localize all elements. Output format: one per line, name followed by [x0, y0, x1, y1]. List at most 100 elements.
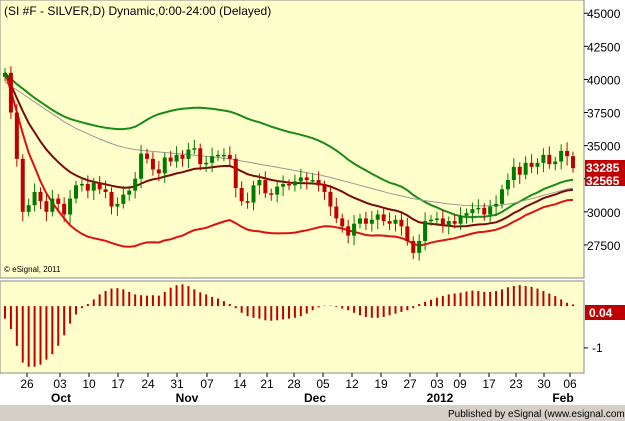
candle-body: [369, 219, 374, 224]
candle-body: [221, 154, 226, 157]
x-day-label: 10: [82, 377, 96, 391]
candle-body: [44, 201, 49, 212]
candle-body: [38, 191, 43, 202]
candle-body: [334, 206, 339, 219]
candle-body: [145, 153, 149, 159]
x-day-label: 12: [345, 377, 359, 391]
price-tick-label: 40000: [587, 73, 621, 87]
candle-body: [109, 191, 114, 207]
candle-body: [488, 206, 493, 215]
candle-body: [298, 177, 303, 182]
candle-body: [127, 190, 132, 195]
x-day-label: 07: [200, 377, 214, 391]
candle-body: [304, 177, 309, 181]
x-day-label: 27: [403, 377, 417, 391]
candle-body: [91, 182, 96, 191]
candle-body: [565, 150, 570, 157]
candle-body: [245, 201, 250, 203]
x-month-label: 2012: [427, 391, 454, 405]
x-day-label: 09: [453, 377, 467, 391]
candle-body: [387, 221, 392, 224]
candle-body: [346, 226, 351, 236]
candle-body: [20, 158, 25, 212]
x-day-label: 06: [563, 377, 577, 391]
candle-body: [470, 209, 475, 214]
footer-text: Published by eSignal (www.esignal.com): [448, 409, 625, 420]
candle-body: [464, 213, 469, 216]
x-day-label: 19: [374, 377, 388, 391]
candle-body: [263, 180, 268, 194]
candle-body: [74, 185, 78, 199]
candle-body: [541, 154, 546, 163]
candle-body: [452, 221, 457, 224]
last-price-label: 33285: [586, 161, 620, 175]
candle-body: [476, 207, 481, 210]
candle-body: [547, 154, 552, 165]
watermark: © eSignal, 2011: [4, 265, 61, 274]
x-day-label: 30: [537, 377, 551, 391]
candle-body: [405, 226, 410, 241]
candle-body: [517, 166, 522, 175]
price-axis: 4500042500400003750035000325003000027500: [584, 7, 621, 253]
candle-body: [482, 207, 487, 215]
candle-body: [168, 157, 173, 162]
candle-body: [511, 166, 516, 181]
candle-body: [505, 180, 510, 190]
candle-body: [121, 194, 126, 204]
candle-body: [150, 158, 155, 170]
candle-body: [239, 187, 244, 202]
candle-body: [399, 219, 404, 227]
x-day-label: 21: [260, 377, 274, 391]
candle-body: [204, 162, 209, 165]
x-day-label: 26: [20, 377, 34, 391]
x-day-label: 17: [111, 377, 125, 391]
x-axis: 26 03 10 17 24 31 07 14 21 28 05 12 19 27 03 09 17 23 30 06…: [20, 373, 577, 405]
candle-body: [216, 154, 220, 157]
silver-chart: (SI #F - SILVER,D) Dynamic,0:00-24:00 (D…: [0, 0, 625, 421]
chart-title: (SI #F - SILVER,D) Dynamic,0:00-24:00 (D…: [4, 4, 271, 18]
candle-body: [340, 218, 345, 227]
candle-body: [133, 178, 138, 191]
second-price-label: 32565: [586, 174, 620, 188]
candle-body: [500, 189, 504, 204]
candle-body: [180, 154, 185, 159]
candle-body: [316, 180, 321, 186]
x-day-label: 28: [287, 377, 301, 391]
candle-body: [8, 72, 13, 113]
x-month-label: Nov: [176, 391, 199, 405]
candle-body: [139, 153, 144, 179]
candle-body: [328, 191, 333, 207]
candle-body: [322, 185, 327, 192]
candle-body: [411, 240, 416, 253]
candle-body: [257, 180, 262, 186]
x-day-label: 03: [53, 377, 67, 391]
x-day-label: 17: [482, 377, 496, 391]
x-day-label: 23: [509, 377, 523, 391]
candle-body: [358, 218, 362, 224]
candle-body: [423, 221, 428, 241]
candle-body: [381, 214, 386, 222]
candle-body: [559, 150, 564, 162]
price-tick-label: 37500: [587, 107, 621, 121]
candle-body: [434, 218, 439, 220]
candle-body: [192, 148, 197, 150]
candle-body: [251, 185, 256, 203]
candle-body: [292, 181, 297, 186]
candle-body: [269, 193, 274, 195]
candle-body: [26, 205, 31, 212]
candle-body: [571, 156, 575, 169]
candle-body: [446, 221, 451, 226]
candle-body: [32, 191, 37, 206]
x-month-label: Oct: [51, 391, 71, 405]
candle-body: [56, 198, 61, 204]
candle-body: [50, 198, 55, 212]
candle-body: [14, 112, 19, 159]
candle-body: [174, 154, 179, 162]
candle-body: [417, 240, 422, 253]
candle-body: [97, 182, 102, 190]
candle-body: [85, 184, 90, 191]
price-tick-label: 35000: [587, 140, 621, 154]
x-day-label: 03: [430, 377, 444, 391]
candle-body: [227, 154, 232, 159]
candle-body: [281, 184, 286, 187]
